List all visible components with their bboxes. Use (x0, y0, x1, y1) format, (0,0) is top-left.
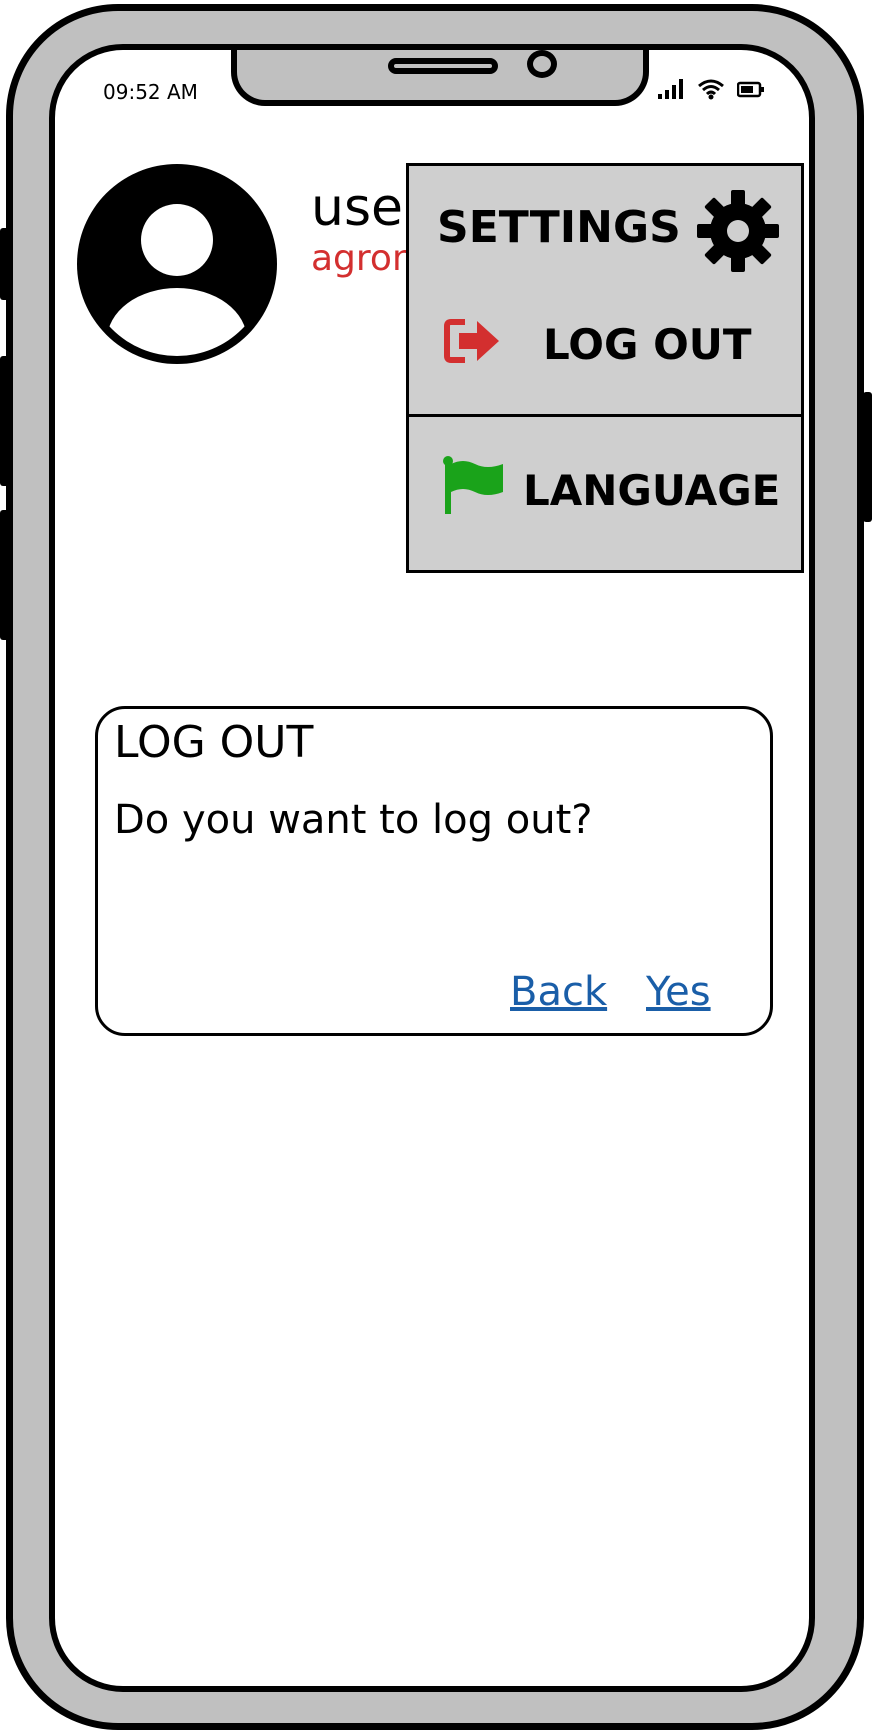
logout-dialog: LOG OUT Do you want to log out? Back Yes (95, 706, 773, 1036)
phone-screen: 09:52 AM use agron SETTINGS LOG OUT LANG… (49, 44, 815, 1692)
silent-switch (0, 228, 9, 300)
menu-item-language[interactable]: LANGUAGE (409, 436, 801, 546)
settings-label: SETTINGS (437, 202, 681, 253)
gear-icon (697, 190, 779, 272)
volume-up-button (0, 356, 9, 486)
back-button[interactable]: Back (510, 969, 607, 1015)
settings-dropdown-menu: SETTINGS LOG OUT LANGUAGE (406, 163, 804, 573)
speaker-grille (388, 58, 498, 74)
profile-username: use (311, 178, 404, 238)
power-button (863, 392, 872, 522)
menu-divider (409, 414, 801, 417)
battery-icon (737, 81, 764, 98)
notch (231, 50, 649, 106)
wifi-icon (698, 79, 724, 100)
logout-label: LOG OUT (543, 320, 752, 369)
front-camera (527, 50, 557, 78)
language-label: LANGUAGE (523, 466, 781, 515)
yes-button[interactable]: Yes (646, 969, 711, 1015)
flag-icon (443, 456, 503, 514)
volume-down-button (0, 510, 9, 640)
user-avatar-icon (77, 164, 277, 364)
signal-icon (658, 79, 683, 99)
dialog-title: LOG OUT (114, 717, 314, 768)
menu-item-logout[interactable]: LOG OUT (409, 286, 801, 406)
status-time: 09:52 AM (103, 80, 198, 104)
menu-settings-header[interactable]: SETTINGS (409, 166, 801, 276)
dialog-message: Do you want to log out? (114, 797, 593, 843)
status-icons (657, 78, 765, 100)
profile-user-type: agron (311, 238, 415, 279)
logout-arrow-icon (444, 319, 499, 363)
